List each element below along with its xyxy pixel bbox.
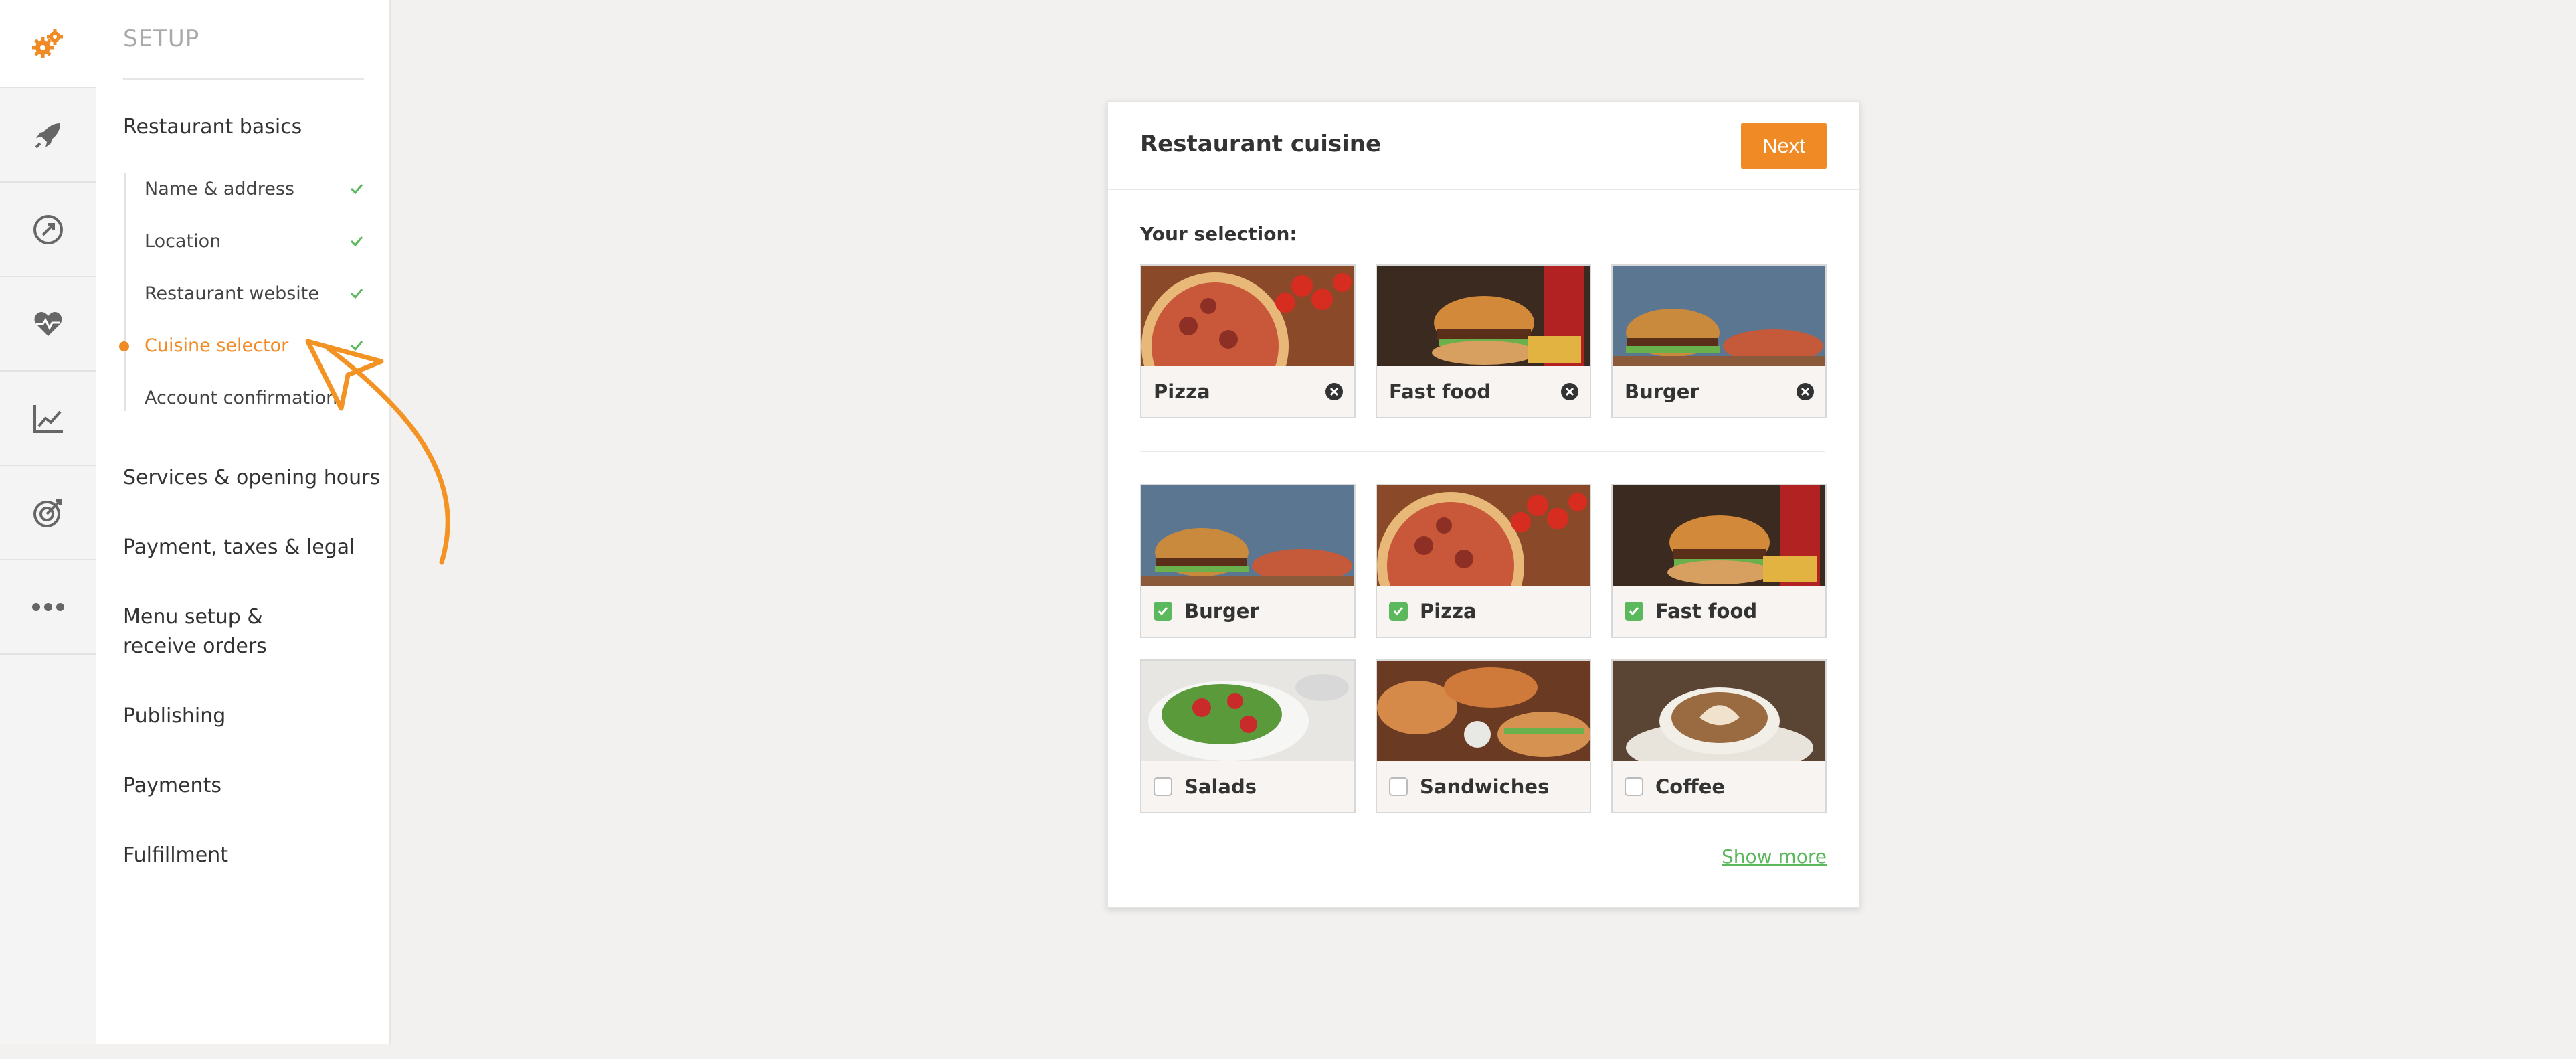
group-restaurant-basics[interactable]: Restaurant basics xyxy=(123,112,302,142)
step-label: Restaurant website xyxy=(145,282,319,304)
remove-icon[interactable] xyxy=(1560,382,1579,401)
checkbox[interactable] xyxy=(1389,602,1408,621)
burger-image xyxy=(1141,485,1354,586)
tile-label-bar: Fast food xyxy=(1613,586,1825,637)
next-button[interactable]: Next xyxy=(1741,123,1827,169)
tile-label-bar: Salads xyxy=(1141,761,1354,812)
step-label: Name & address xyxy=(145,178,294,199)
selection-label: Your selection: xyxy=(1140,223,1297,245)
remove-icon[interactable] xyxy=(1325,382,1344,401)
option-tile-pizza[interactable]: Pizza xyxy=(1376,484,1591,638)
check-icon xyxy=(348,284,365,302)
rail-item-marketing[interactable] xyxy=(0,465,96,559)
gears-icon xyxy=(32,29,63,58)
checkbox[interactable] xyxy=(1625,777,1643,796)
panel-title: SETUP xyxy=(123,25,200,52)
selected-tile-burger: Burger xyxy=(1611,264,1827,418)
tile-label-bar: Burger xyxy=(1141,586,1354,637)
heartbeat-icon xyxy=(34,311,62,336)
option-tile-burger[interactable]: Burger xyxy=(1140,484,1356,638)
tile-label-bar: Pizza xyxy=(1141,366,1354,417)
divider xyxy=(1140,451,1825,452)
rail-item-launch[interactable] xyxy=(0,87,96,181)
fast-food-image xyxy=(1377,266,1590,366)
rail-item-analytics[interactable] xyxy=(0,370,96,465)
group-payments[interactable]: Payments xyxy=(123,771,221,801)
tile-label-bar: Burger xyxy=(1613,366,1825,417)
more-icon xyxy=(32,602,64,611)
selected-tile-pizza: Pizza xyxy=(1140,264,1356,418)
tile-label: Fast food xyxy=(1389,380,1491,403)
step-label: Location xyxy=(145,230,221,252)
option-tile-coffee[interactable]: Coffee xyxy=(1611,659,1827,813)
tile-label-bar: Fast food xyxy=(1377,366,1590,417)
divider xyxy=(123,78,364,80)
rail-logo[interactable] xyxy=(0,0,96,87)
checkbox[interactable] xyxy=(1154,602,1172,621)
pizza-image xyxy=(1141,266,1354,366)
chart-line-icon xyxy=(33,404,63,433)
card-header: Restaurant cuisine Next xyxy=(1108,102,1859,190)
checkbox[interactable] xyxy=(1625,602,1643,621)
annotation-arrow xyxy=(305,339,450,565)
option-tile-sandwiches[interactable]: Sandwiches xyxy=(1376,659,1591,813)
rail-item-speed[interactable] xyxy=(0,181,96,276)
fast-food-image xyxy=(1613,485,1825,586)
show-more-link[interactable]: Show more xyxy=(1722,845,1827,868)
group-publishing[interactable]: Publishing xyxy=(123,702,225,731)
tile-label-bar: Pizza xyxy=(1377,586,1590,637)
active-step-dot xyxy=(119,341,129,351)
burger-image xyxy=(1613,266,1825,366)
checkbox[interactable] xyxy=(1154,777,1172,796)
sandwich-image xyxy=(1377,661,1590,761)
tile-label: Pizza xyxy=(1154,380,1210,403)
rocket-icon xyxy=(35,123,60,148)
group-fulfillment[interactable]: Fulfillment xyxy=(123,841,228,870)
rail-item-health[interactable] xyxy=(0,276,96,370)
step-restaurant-website[interactable]: Restaurant website xyxy=(145,280,365,307)
check-icon xyxy=(348,232,365,250)
tile-label: Coffee xyxy=(1655,775,1726,798)
tile-label: Sandwiches xyxy=(1420,775,1550,798)
option-tile-salads[interactable]: Salads xyxy=(1140,659,1356,813)
step-line xyxy=(124,173,126,411)
tile-label-bar: Sandwiches xyxy=(1377,761,1590,812)
tile-label: Burger xyxy=(1184,600,1259,623)
tile-label: Burger xyxy=(1625,380,1699,403)
group-menu-setup[interactable]: Menu setup & receive orders xyxy=(123,602,337,661)
checkbox[interactable] xyxy=(1389,777,1408,796)
tile-label: Fast food xyxy=(1655,600,1758,623)
icon-rail xyxy=(0,0,97,1044)
pizza-image xyxy=(1377,485,1590,586)
salad-image xyxy=(1141,661,1354,761)
step-label: Cuisine selector xyxy=(145,335,289,356)
step-location[interactable]: Location xyxy=(145,228,365,254)
step-name-address[interactable]: Name & address xyxy=(145,175,365,202)
rail-item-more[interactable] xyxy=(0,559,96,655)
card-title: Restaurant cuisine xyxy=(1140,131,1382,157)
tile-label: Pizza xyxy=(1420,600,1477,623)
remove-icon[interactable] xyxy=(1796,382,1815,401)
check-icon xyxy=(348,180,365,197)
selected-tile-fast-food: Fast food xyxy=(1376,264,1591,418)
tile-label-bar: Coffee xyxy=(1613,761,1825,812)
speed-icon xyxy=(33,214,63,244)
cuisine-card: Restaurant cuisine Next Your selection: … xyxy=(1107,101,1860,908)
option-tile-fast-food[interactable]: Fast food xyxy=(1611,484,1827,638)
coffee-image xyxy=(1613,661,1825,761)
tile-label: Salads xyxy=(1184,775,1257,798)
target-icon xyxy=(33,499,62,527)
